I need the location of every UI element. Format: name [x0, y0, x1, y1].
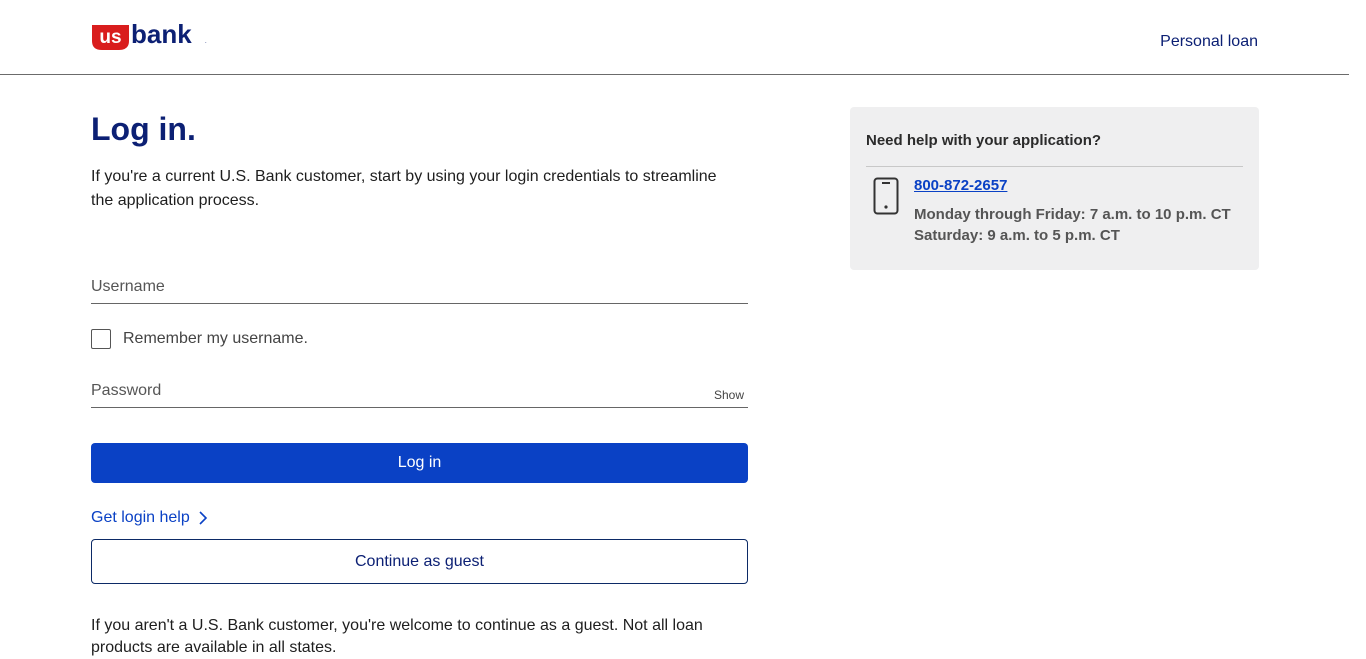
username-input[interactable]	[91, 274, 748, 303]
login-button[interactable]: Log in	[91, 443, 748, 483]
show-password-button[interactable]: Show	[714, 388, 744, 402]
svg-text:us: us	[99, 27, 121, 48]
continue-as-guest-button[interactable]: Continue as guest	[91, 539, 748, 584]
svg-text:.: .	[205, 39, 207, 45]
help-card-title: Need help with your application?	[866, 132, 1102, 149]
get-login-help-link[interactable]: Get login help	[91, 509, 208, 527]
phone-number-link[interactable]: 800-872-2657	[914, 177, 1007, 194]
chevron-right-icon	[198, 511, 208, 525]
password-input[interactable]	[91, 378, 748, 407]
weekday-hours: Monday through Friday: 7 a.m. to 10 p.m.…	[914, 206, 1231, 223]
help-card: Need help with your application? 800-872…	[850, 107, 1259, 270]
svg-text:bank: bank	[131, 19, 192, 49]
login-section: Log in. If you're a current U.S. Bank cu…	[91, 107, 748, 656]
personal-loan-link[interactable]: Personal loan	[1160, 33, 1258, 51]
guest-note: If you aren't a U.S. Bank customer, you'…	[91, 617, 703, 656]
password-field[interactable]: Password Show	[91, 378, 748, 408]
remember-label: Remember my username.	[123, 330, 308, 347]
remember-username[interactable]: Remember my username.	[91, 329, 308, 349]
usbank-logo-icon: us bank .	[92, 19, 207, 50]
remember-checkbox[interactable]	[91, 329, 111, 349]
intro-text: If you're a current U.S. Bank customer, …	[91, 168, 717, 209]
get-login-help-label: Get login help	[91, 509, 190, 526]
mobile-phone-icon	[873, 177, 899, 215]
site-header: us bank . Personal loan	[0, 0, 1349, 75]
help-card-divider	[866, 166, 1243, 167]
usbank-logo[interactable]: us bank .	[91, 19, 211, 51]
page-title: Log in.	[91, 111, 196, 147]
username-field[interactable]: Username	[91, 274, 748, 304]
saturday-hours: Saturday: 9 a.m. to 5 p.m. CT	[914, 227, 1120, 244]
